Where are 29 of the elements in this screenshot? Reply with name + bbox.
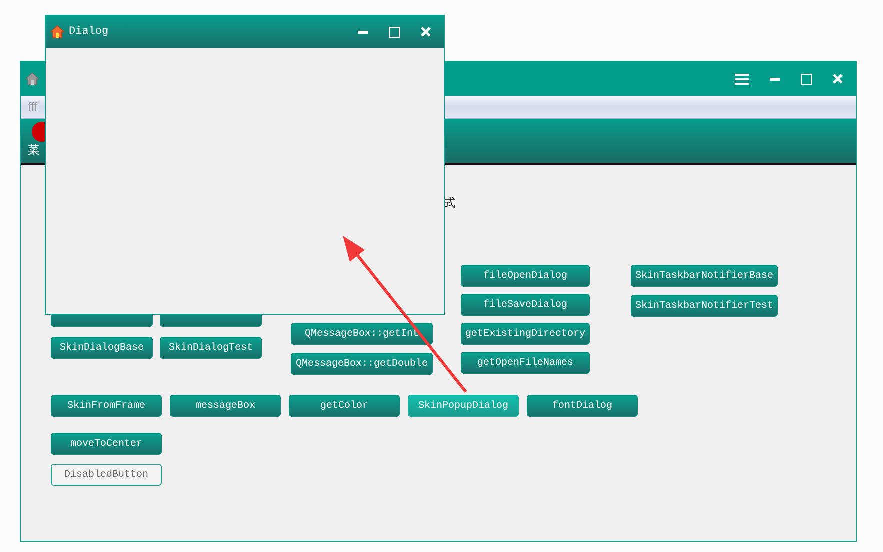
toolbar-label[interactable]: 菜 (28, 143, 40, 157)
skin-button[interactable]: fileSaveDialog (461, 294, 590, 316)
skin-button[interactable]: moveToCenter (51, 433, 162, 455)
home-icon (50, 25, 65, 39)
close-icon[interactable] (421, 27, 431, 37)
skin-button[interactable]: QMessageBox::getDouble (291, 353, 433, 375)
menu-item[interactable]: fff (28, 98, 38, 116)
skin-button[interactable]: SkinTaskbarNotifierTest (631, 295, 778, 317)
dialog-title: Dialog (69, 24, 109, 40)
skin-button[interactable]: SkinPopupDialog (408, 395, 519, 417)
close-icon[interactable] (833, 74, 843, 84)
skin-button[interactable]: getOpenFileNames (461, 352, 590, 374)
minimize-icon[interactable] (358, 30, 368, 34)
skin-button[interactable]: SkinTaskbarNotifierBase (631, 265, 778, 287)
skin-button[interactable]: getColor (289, 395, 400, 417)
home-icon (25, 72, 40, 86)
skin-button[interactable]: QMessageBox::getInt (291, 323, 433, 345)
minimize-icon[interactable] (770, 78, 780, 80)
skin-button[interactable]: fontDialog (527, 395, 638, 417)
skin-button[interactable]: getExistingDirectory (461, 323, 590, 345)
skin-button[interactable]: messageBox (170, 395, 281, 417)
skin-button[interactable]: SkinDialogTest (160, 337, 262, 359)
skin-button[interactable]: fileOpenDialog (461, 265, 590, 287)
menu-icon[interactable] (735, 74, 749, 84)
maximize-icon[interactable] (801, 74, 812, 84)
skin-button[interactable]: SkinDialogBase (51, 337, 153, 359)
caption-text: 式 (444, 196, 457, 210)
skin-button[interactable]: SkinFromFrame (51, 395, 162, 417)
maximize-icon[interactable] (389, 26, 400, 38)
